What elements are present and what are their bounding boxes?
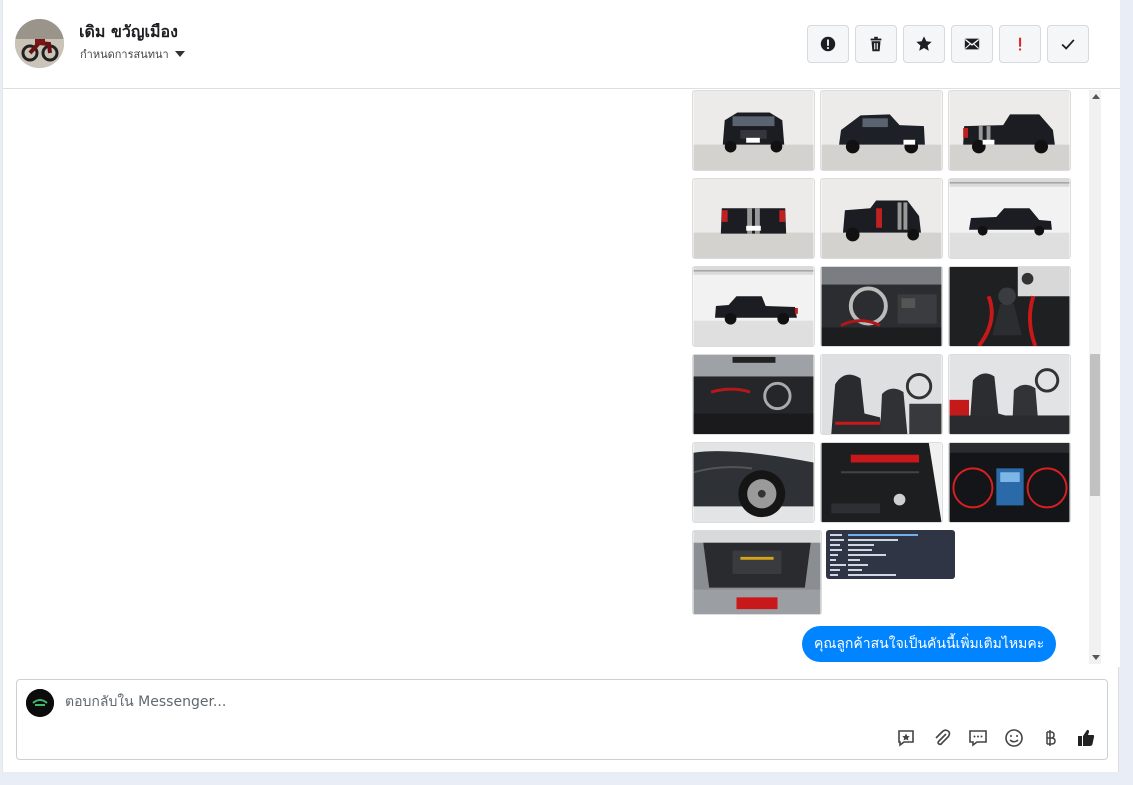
star-icon: [916, 36, 932, 51]
scroll-thumb[interactable]: [1090, 354, 1100, 496]
saved-reply-icon[interactable]: [895, 727, 917, 749]
attachment-icon[interactable]: [931, 727, 953, 749]
photo-front-side[interactable]: [820, 90, 943, 171]
message-thread[interactable]: คุณลูกค้าสนใจเป็นคันนี้เพิ่มเติมไหมคะ: [3, 89, 1120, 667]
photo-wheel[interactable]: [692, 442, 815, 523]
photo-rear[interactable]: [692, 178, 815, 259]
page-avatar: [26, 689, 54, 717]
baht-icon[interactable]: [1039, 727, 1061, 749]
conversation-header: เดิม ขวัญเมือง กำหนดการสนทนา: [3, 0, 1120, 89]
conversation-panel: เดิม ขวัญเมือง กำหนดการสนทนา คุณลูกค้าสน…: [2, 0, 1120, 772]
reply-input[interactable]: [65, 692, 965, 712]
contact-avatar[interactable]: [15, 19, 64, 68]
photo-front-seats[interactable]: [820, 354, 943, 435]
delete-button[interactable]: [855, 25, 897, 63]
star-button[interactable]: [903, 25, 945, 63]
trash-icon: [870, 36, 882, 52]
photo-side-profile[interactable]: [692, 266, 815, 347]
reply-composer: [16, 679, 1108, 760]
photo-seats-side[interactable]: [948, 354, 1071, 435]
thread-scrollbar[interactable]: [1089, 90, 1101, 664]
photo-spec-sheet[interactable]: [826, 530, 955, 579]
header-actions: [807, 25, 1089, 63]
red-exclamation-icon: [1019, 37, 1022, 51]
exclamation-circle-icon: [820, 36, 836, 52]
mark-done-button[interactable]: [1047, 25, 1089, 63]
scroll-up-icon[interactable]: [1092, 94, 1100, 99]
envelope-icon: [964, 38, 980, 50]
photo-rear-side[interactable]: [948, 90, 1071, 171]
photo-cabin[interactable]: [692, 354, 815, 435]
mark-unread-button[interactable]: [951, 25, 993, 63]
checkmark-icon: [1061, 39, 1075, 50]
thumbs-up-icon[interactable]: [1075, 727, 1097, 749]
scroll-down-icon[interactable]: [1092, 655, 1100, 660]
flag-button[interactable]: [999, 25, 1041, 63]
photo-dashboard[interactable]: [820, 266, 943, 347]
photo-side-showroom[interactable]: [948, 178, 1071, 259]
chat-bubble-icon[interactable]: [967, 727, 989, 749]
photo-engine[interactable]: [692, 530, 822, 615]
photo-door-panel[interactable]: [820, 442, 943, 523]
caret-down-icon: [174, 51, 185, 57]
photo-rear-quarter[interactable]: [820, 178, 943, 259]
composer-tools: [895, 727, 1097, 749]
schedule-dropdown[interactable]: กำหนดการสนทนา: [80, 45, 185, 63]
report-button[interactable]: [807, 25, 849, 63]
schedule-label: กำหนดการสนทนา: [80, 48, 169, 61]
photo-gauges[interactable]: [948, 442, 1071, 523]
contact-name[interactable]: เดิม ขวัญเมือง: [79, 20, 178, 45]
outgoing-message[interactable]: คุณลูกค้าสนใจเป็นคันนี้เพิ่มเติมไหมคะ: [802, 626, 1057, 662]
emoji-icon[interactable]: [1003, 727, 1025, 749]
photo-gear-shift[interactable]: [948, 266, 1071, 347]
photo-front[interactable]: [692, 90, 815, 171]
